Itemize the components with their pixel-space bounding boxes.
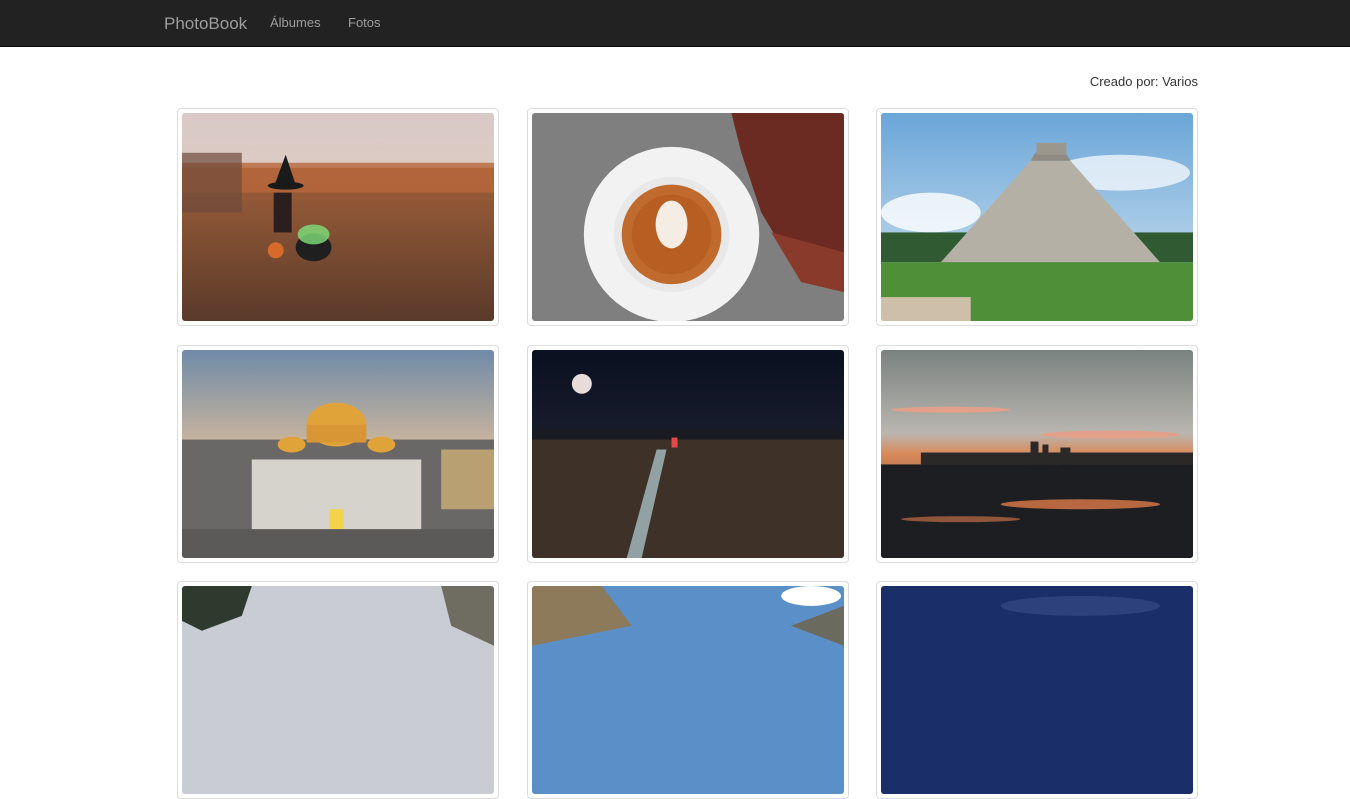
brand-link[interactable]: PhotoBook [164, 14, 247, 34]
photo-image [881, 113, 1193, 321]
photo-thumbnail-mountains[interactable] [527, 581, 849, 799]
photo-thumbnail-coffee[interactable] [527, 108, 849, 326]
photo-image [881, 350, 1193, 558]
nav-link-photos[interactable]: Fotos [348, 15, 381, 30]
photo-thumbnail-city-night[interactable] [527, 345, 849, 563]
photo-thumbnail-night-sky[interactable] [876, 581, 1198, 799]
photo-image [532, 586, 844, 794]
navbar: PhotoBook Álbumes Fotos [0, 0, 1350, 47]
photo-thumbnail-witch[interactable] [177, 108, 499, 326]
photo-thumbnail-skyline[interactable] [876, 345, 1198, 563]
photo-image [881, 586, 1193, 794]
photo-image [182, 586, 494, 794]
nav-link-albums[interactable]: Álbumes [270, 15, 321, 30]
photo-image [532, 350, 844, 558]
photo-image [532, 113, 844, 321]
photo-image [182, 113, 494, 321]
photo-thumbnail-palace[interactable] [177, 345, 499, 563]
photo-image [182, 350, 494, 558]
photo-thumbnail-pyramid[interactable] [876, 108, 1198, 326]
photo-thumbnail-cliffs[interactable] [177, 581, 499, 799]
credit-text: Creado por: Varios [1089, 74, 1198, 89]
